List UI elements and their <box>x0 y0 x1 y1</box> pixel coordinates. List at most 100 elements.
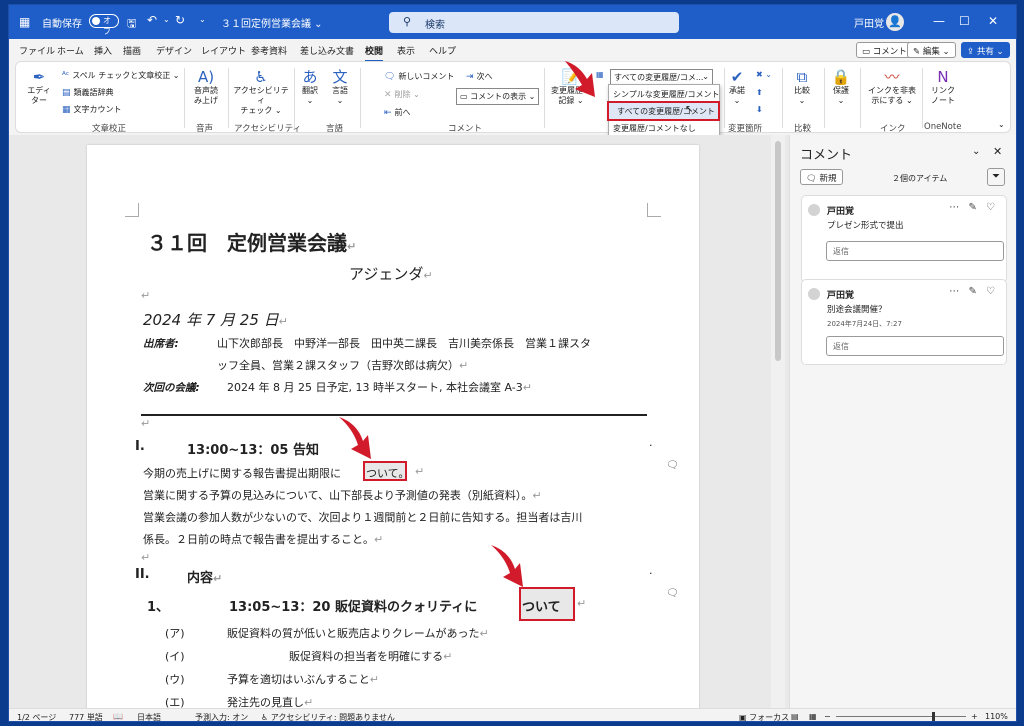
scrollbar-thumb[interactable] <box>775 141 781 361</box>
reject-icon[interactable]: ✖ ⌄ <box>756 70 772 79</box>
next-change-icon[interactable]: ⬇ <box>756 105 763 114</box>
accessibility-check-button[interactable]: ♿ アクセシビリティ チェック ⌄ <box>230 68 292 116</box>
tab-help[interactable]: ヘルプ <box>429 44 456 57</box>
show-comments-button[interactable]: ▭ コメントの表示 ⌄ <box>456 88 540 105</box>
comment-author: 戸田覚 <box>827 291 855 301</box>
user-avatar-icon[interactable]: 👤 <box>886 13 904 31</box>
spell-check-button[interactable]: ᴬᶜ スペル チェックと文章校正 ⌄ <box>62 70 179 81</box>
collapse-ribbon-icon[interactable]: ⌄ <box>998 120 1005 129</box>
word-count[interactable]: 777 単語 <box>69 712 103 721</box>
menu-bar: ファイル ホーム 挿入 描画 デザイン レイアウト 参考資料 差し込み文書 校閲… <box>9 39 1016 62</box>
delete-comment-button[interactable]: ✕ 削除 ⌄ <box>384 89 420 100</box>
editor-button[interactable]: ✒ エディ ター <box>24 68 54 106</box>
zoom-in-icon[interactable]: + <box>971 712 978 721</box>
customize-toolbar-icon[interactable]: ⌄ <box>199 15 206 24</box>
pointer-arrow-icon <box>491 545 523 587</box>
tab-design[interactable]: デザイン <box>156 44 192 57</box>
minimize-icon[interactable]: — <box>933 14 945 28</box>
maximize-icon[interactable]: ☐ <box>959 14 970 28</box>
undo-dropdown-icon[interactable]: ⌄ <box>163 15 170 24</box>
new-comment-button[interactable]: 🗨 新しいコメント <box>384 71 454 82</box>
prev-comment-button[interactable]: ⇤ 前へ <box>384 107 411 118</box>
language-status[interactable]: 日本語 <box>137 712 161 721</box>
comment-indicator-icon[interactable]: 🗨 <box>666 460 679 471</box>
hide-ink-button[interactable]: 〰 インクを非表 示にする ⌄ <box>866 68 918 106</box>
comment-actions[interactable]: ⋯ ✎ ♡ <box>949 286 998 297</box>
reply-input[interactable]: 返信 <box>826 336 1004 356</box>
chevron-down-icon: ⌄ <box>702 72 709 81</box>
close-pane-icon[interactable]: ✕ <box>993 145 1002 158</box>
translate-button[interactable]: あ 翻訳 ⌄ <box>298 68 322 106</box>
zoom-slider-knob[interactable] <box>932 712 935 721</box>
tab-draw[interactable]: 描画 <box>123 44 141 57</box>
comment-actions[interactable]: ⋯ ✎ ♡ <box>949 202 998 213</box>
tab-view[interactable]: 表示 <box>397 44 415 57</box>
user-name[interactable]: 戸田覚 <box>854 15 884 30</box>
chevron-down-icon[interactable]: ⌄ <box>972 146 980 157</box>
section2-title: 内容↵ <box>187 571 223 586</box>
comment-indicator-icon[interactable]: 🗨 <box>666 588 679 599</box>
search-box[interactable]: ⚲ 検索 <box>389 12 679 33</box>
zoom-slider[interactable] <box>836 712 966 721</box>
close-icon[interactable]: ✕ <box>988 14 998 28</box>
accept-button[interactable]: ✔ 承諾 ⌄ <box>724 68 750 106</box>
document-date: 2024 年 7 月 25 日↵ <box>143 311 288 329</box>
document-title[interactable]: ３１回定例営業会議 ⌄ <box>221 15 323 30</box>
autosave-toggle[interactable]: オフ <box>89 14 119 36</box>
next-meeting-label: 次回の会議: <box>143 382 200 394</box>
accessibility-status[interactable]: ♿ アクセシビリティ: 問題ありません <box>261 712 395 722</box>
section2-number: II. <box>135 567 150 582</box>
next-comment-button[interactable]: ⇥ 次へ <box>466 71 493 82</box>
previous-change-icon[interactable]: ⬆ <box>756 88 763 97</box>
filter-icon[interactable]: ⏷ <box>987 168 1005 186</box>
protect-button[interactable]: 🔒 保護 ⌄ <box>828 68 854 106</box>
read-mode-icon[interactable]: ▤ <box>791 712 799 721</box>
zoom-level[interactable]: 110% <box>985 712 1008 721</box>
show-comments-label: コメントの表示 <box>470 92 527 101</box>
accessibility-status-text: アクセシビリティ: 問題ありません <box>270 713 395 722</box>
lock-icon: 🔒 <box>831 68 851 86</box>
paragraph-mark: ↵ <box>141 289 151 302</box>
word-count-button[interactable]: ▦ 文字カウント <box>62 104 122 115</box>
compare-button[interactable]: ⧉ 比較 ⌄ <box>790 68 814 106</box>
item-a-text-value: 販促資料の質が低いと販売店よりクレームがあった <box>227 627 480 640</box>
redo-icon[interactable]: ↻ <box>175 13 185 27</box>
share-button[interactable]: ⇪ 共有 ⌄ <box>961 42 1010 58</box>
group-proofing-label: 文章校正 <box>92 124 127 134</box>
comments-button[interactable]: ▭ コメント <box>856 42 913 58</box>
editing-button[interactable]: ✎ 編集 ⌄ <box>907 42 956 58</box>
reply-input[interactable]: 返信 <box>826 241 1004 261</box>
page-count[interactable]: 1/2 ページ <box>17 712 56 721</box>
read-aloud-button[interactable]: A) 音声読 み上げ <box>188 68 224 106</box>
tab-mailings[interactable]: 差し込み文書 <box>300 44 354 57</box>
comment-card[interactable]: 戸田覚 別途会議開催？ 2024年7月24日、7:27 ⋯ ✎ ♡ 返信 <box>801 279 1007 365</box>
comment-card[interactable]: 戸田覚 プレゼン形式で提出 ⋯ ✎ ♡ 返信 <box>801 195 1007 283</box>
save-icon[interactable]: 🖫 <box>127 15 136 34</box>
focus-button[interactable]: ▣ フォーカス <box>739 712 789 721</box>
tab-review[interactable]: 校閲 <box>365 44 384 62</box>
menu-item-no-markup[interactable]: 変更履歴/コメントなし <box>613 123 696 134</box>
horizontal-rule <box>141 414 647 416</box>
predictive-text-status[interactable]: 予測入力: オン <box>195 712 248 721</box>
comment-text: 別途会議開催？ <box>827 305 887 315</box>
ribbon-separator <box>824 68 825 128</box>
new-comment-pane-button[interactable]: 🗨 新規 <box>800 169 843 185</box>
thesaurus-button[interactable]: ▤ 類義語辞典 <box>62 87 114 98</box>
ribbon-separator <box>860 68 861 128</box>
proofing-icon[interactable]: 📖 <box>113 712 123 721</box>
print-layout-icon[interactable]: ▦ <box>809 712 817 721</box>
pointer-arrow-icon <box>339 417 371 459</box>
tab-references[interactable]: 参考資料 <box>251 44 287 57</box>
undo-icon[interactable]: ↶ <box>147 13 157 27</box>
menu-item-simple-markup[interactable]: シンプルな変更履歴/コメント <box>613 89 719 100</box>
linked-notes-button[interactable]: N リンク ノート <box>928 68 958 106</box>
compare-icon: ⧉ <box>796 68 808 86</box>
vertical-scrollbar[interactable] <box>771 135 785 708</box>
document-page[interactable]: ３１回 定例営業会議↵ アジェンダ↵ ↵ 2024 年 7 月 25 日↵ 出席… <box>87 145 699 715</box>
language-button[interactable]: 文 言語 ⌄ <box>328 68 352 106</box>
tab-insert[interactable]: 挿入 <box>94 44 112 57</box>
tab-file[interactable]: ファイル <box>19 44 55 57</box>
tab-home[interactable]: ホーム <box>57 44 84 57</box>
tab-layout[interactable]: レイアウト <box>201 44 246 57</box>
zoom-out-icon[interactable]: − <box>824 712 831 721</box>
